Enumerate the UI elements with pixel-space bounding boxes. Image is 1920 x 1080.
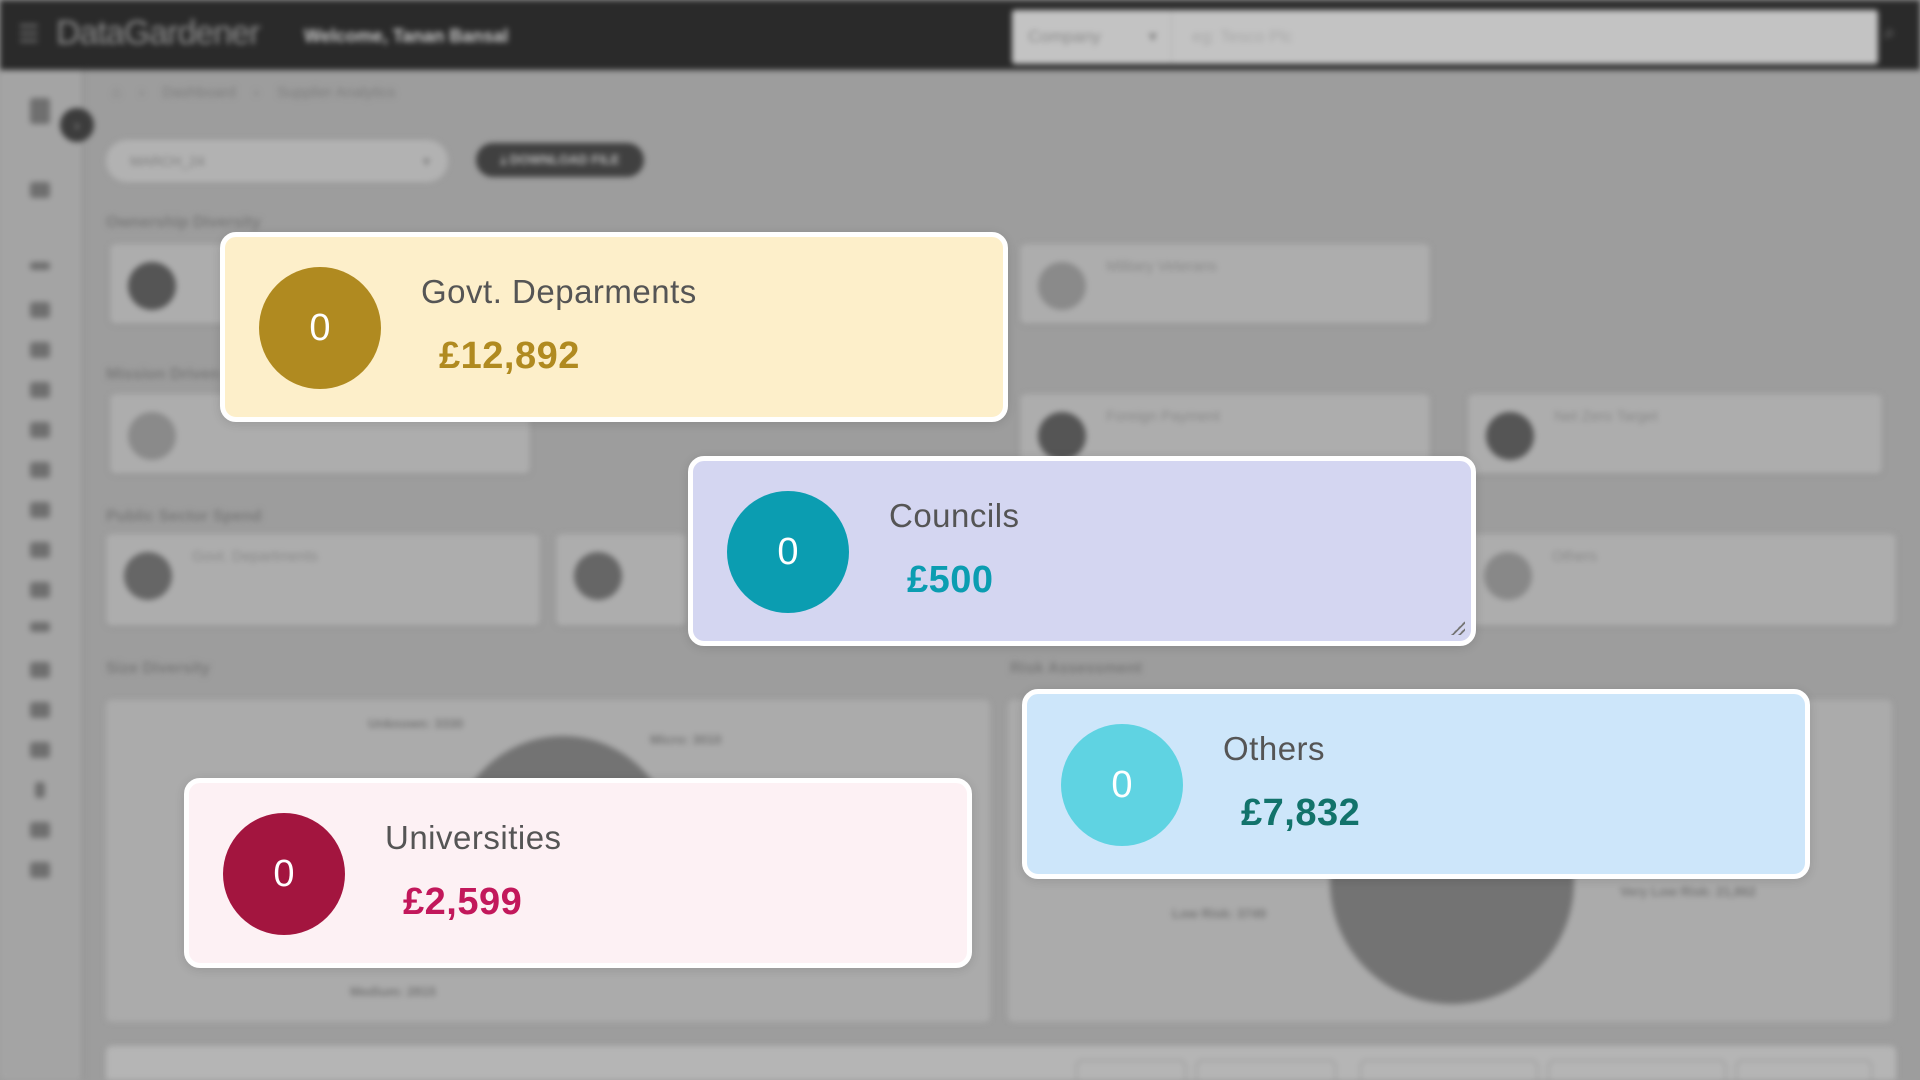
bg-card-govt: Govt. Departments: [106, 534, 540, 626]
download-icon: ⤓: [500, 152, 510, 167]
universities-card[interactable]: 0 Universities £2,599: [184, 778, 972, 968]
bg-card-military: Military Veterans: [1020, 244, 1430, 324]
pie-label: Micro: 3010: [650, 732, 722, 747]
count-badge: 0: [223, 813, 345, 935]
card-amount: £12,892: [439, 335, 580, 377]
section-heading-public-sector: Public Sector Spend: [106, 508, 262, 525]
breadcrumb: ⌂ › Dashboard › Supplier Analytics: [112, 84, 396, 101]
bg-card-label: Military Veterans: [1106, 258, 1217, 275]
home-icon[interactable]: [30, 182, 50, 198]
nav-icon[interactable]: [30, 662, 50, 678]
others-card[interactable]: 0 Others £7,832: [1022, 689, 1810, 879]
breadcrumb-current: Supplier Analytics: [277, 84, 396, 101]
pie-label: Medium: 2815: [350, 984, 436, 999]
pie-label: Very Low Risk: 21,862: [1620, 884, 1756, 899]
bg-card-label: Net Zero Target: [1554, 408, 1658, 425]
filter-chip[interactable]: [1196, 1060, 1336, 1080]
bg-card-label: Others: [1552, 548, 1598, 565]
sidebar-collapse-button[interactable]: ›: [60, 108, 94, 142]
nav-icon[interactable]: [30, 302, 50, 318]
brand-logo[interactable]: DataGardener: [56, 14, 260, 53]
nav-icon[interactable]: [30, 342, 50, 358]
download-file-button[interactable]: ⤓ DOWNLOAD FILE: [476, 143, 644, 177]
bg-card-netzero: Net Zero Target: [1468, 394, 1882, 474]
councils-card[interactable]: 0 Councils £500: [688, 456, 1476, 646]
nav-icon[interactable]: [30, 462, 50, 478]
download-label: DOWNLOAD FILE: [509, 152, 620, 167]
filter-chip[interactable]: [1360, 1060, 1538, 1080]
section-heading-mission: Mission Driven: [106, 366, 220, 383]
nav-icon[interactable]: [35, 782, 45, 798]
card-amount: £500: [907, 559, 994, 601]
chevron-down-icon: ▾: [422, 153, 430, 169]
alert-icon[interactable]: [30, 422, 50, 438]
year-select-value: MARCH_24: [130, 153, 205, 169]
section-heading-ownership: Ownership Diversity: [106, 214, 261, 231]
bg-card-councils: [556, 534, 686, 626]
filter-chip[interactable]: [1076, 1060, 1186, 1080]
top-navbar: ☰ DataGardener Welcome, Tanan Bansal Com…: [0, 0, 1920, 70]
menu-icon[interactable]: ☰: [18, 22, 44, 48]
sidebar: [0, 70, 84, 1080]
search-type-select[interactable]: Company ▾: [1012, 10, 1172, 64]
year-select[interactable]: MARCH_24 ▾: [106, 140, 448, 182]
nav-icon[interactable]: [30, 822, 50, 838]
chevron-down-icon: ▾: [1148, 27, 1157, 46]
bg-card-label: Govt. Departments: [192, 548, 318, 565]
search-type-label: Company: [1028, 27, 1101, 46]
welcome-text: Welcome, Tanan Bansal: [304, 26, 509, 46]
nav-icon[interactable]: [30, 262, 50, 270]
card-title: Universities: [385, 819, 562, 856]
nav-icon[interactable]: [30, 382, 50, 398]
nav-icon[interactable]: [30, 502, 50, 518]
document-icon[interactable]: [30, 742, 50, 758]
section-heading-risk: Risk Assessment: [1010, 660, 1142, 677]
home-icon[interactable]: ⌂: [112, 84, 121, 101]
section-heading-size: Size Diversity: [106, 660, 211, 677]
filter-chip[interactable]: [1736, 1060, 1872, 1080]
govt-departments-card[interactable]: 0 Govt. Deparments £12,892: [220, 232, 1008, 422]
user-icon[interactable]: [30, 98, 50, 124]
count-badge: 0: [259, 267, 381, 389]
chat-icon[interactable]: [30, 702, 50, 718]
card-amount: £2,599: [403, 881, 523, 923]
search-bar: Company ▾ eg: Tesco Plc: [1012, 10, 1878, 64]
resize-handle-icon[interactable]: [1451, 621, 1465, 635]
bg-card-others: Others: [1466, 534, 1896, 626]
card-title: Others: [1223, 730, 1326, 767]
count-badge: 0: [1061, 724, 1183, 846]
filter-chip[interactable]: [1548, 1060, 1726, 1080]
bg-card-label: Foreign Payment: [1106, 408, 1221, 425]
nav-icon[interactable]: [30, 582, 50, 598]
card-title: Govt. Deparments: [421, 273, 697, 310]
card-title: Councils: [889, 497, 1020, 534]
search-icon[interactable]: ⌕: [1884, 22, 1895, 45]
nav-icon[interactable]: [30, 622, 50, 632]
count-badge: 0: [727, 491, 849, 613]
breadcrumb-dashboard[interactable]: Dashboard: [162, 84, 235, 101]
pie-label: Unknown: 3330: [368, 716, 464, 731]
search-input[interactable]: eg: Tesco Plc: [1182, 10, 1878, 64]
nav-icon[interactable]: [30, 542, 50, 558]
nav-icon[interactable]: [30, 862, 50, 878]
pie-label: Low Risk: 3749: [1172, 906, 1266, 921]
card-amount: £7,832: [1241, 792, 1361, 834]
